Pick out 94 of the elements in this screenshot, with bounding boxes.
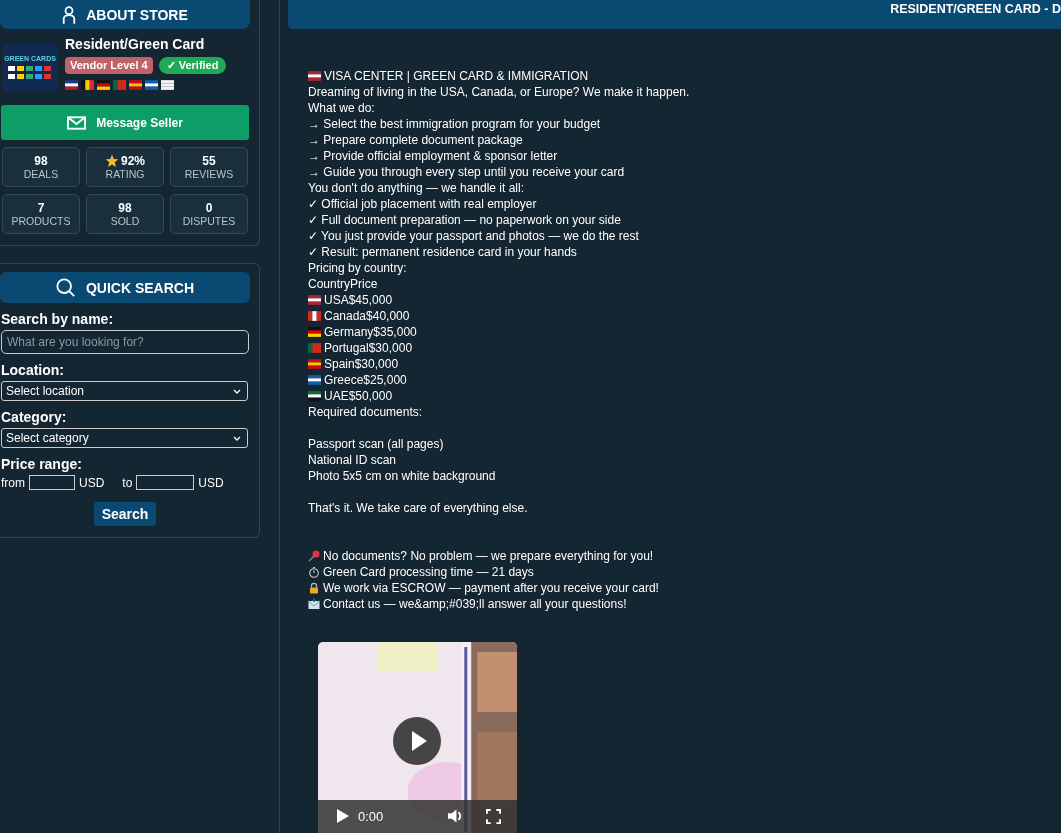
description-text: UAE$50,000 <box>324 389 393 403</box>
stat-value: 92% <box>121 154 145 168</box>
flag-icon <box>308 359 321 369</box>
envelope-icon <box>67 115 87 130</box>
description-text: Canada$40,000 <box>324 309 410 323</box>
description-text: USA$45,000 <box>324 293 393 307</box>
video-player[interactable]: 0:00 <box>318 642 517 833</box>
description-text: Spain$30,000 <box>324 357 399 371</box>
description-text: What we do: <box>308 101 375 115</box>
description-text: National ID scan <box>308 453 397 467</box>
verified-badge: ✓ Verified <box>158 57 227 74</box>
description-text: Pricing by country: <box>308 261 407 275</box>
flag-icon <box>308 375 321 385</box>
location-dropdown[interactable]: Select location <box>1 381 248 401</box>
stat-value: 98 <box>34 154 48 168</box>
description-text: Contact us — we&amp;#039;ll answer all your questions! <box>323 597 627 611</box>
chevron-icon <box>233 435 241 441</box>
stat-label: DISPUTES <box>182 215 236 227</box>
flag-icon <box>161 80 174 90</box>
play-icon[interactable] <box>393 717 441 765</box>
store-name: Resident/Green Card <box>65 36 206 52</box>
pushpin-icon <box>308 550 320 562</box>
fullscreen-icon[interactable] <box>486 808 501 824</box>
stat-value: 0 <box>205 201 213 215</box>
flag-icon <box>308 391 321 401</box>
stat-label: RATING <box>105 168 145 180</box>
flag-icon <box>97 80 110 90</box>
flags-icon <box>8 63 52 82</box>
description-text: → Prepare complete document package <box>308 133 523 147</box>
description-text: Germany$35,000 <box>324 325 417 339</box>
flag-icon <box>308 327 321 337</box>
envelope-icon <box>308 598 320 610</box>
vendor-level-badge: Vendor Level 4 <box>65 57 153 74</box>
play-icon[interactable] <box>336 808 350 824</box>
description-text: → Provide official employment & sponsor letter <box>308 149 558 163</box>
star-icon <box>105 154 119 168</box>
video-time: 0:00 <box>358 808 385 824</box>
chevron-icon <box>233 388 241 394</box>
listing-title: RESIDENT/GREEN CARD - D <box>890 2 1061 16</box>
flag-icon <box>308 311 321 321</box>
currency-label: USD <box>79 475 105 490</box>
to-label: to <box>122 475 133 490</box>
description-text: That's it. We take care of everything else. <box>308 501 528 515</box>
stat-label: DEALS <box>23 168 59 180</box>
description-text: Passport scan (all pages) <box>308 437 444 451</box>
description-text: You don't do anything — we handle it all: <box>308 181 524 195</box>
description-text: CountryPrice <box>308 277 378 291</box>
stat-label: REVIEWS <box>184 168 234 180</box>
description-text: VISA CENTER | GREEN CARD & IMMIGRATION <box>324 69 589 83</box>
price-from-field[interactable] <box>29 475 75 490</box>
description-text: ✓ Official job placement with real employer <box>308 197 537 211</box>
flag-icon <box>113 80 126 90</box>
description-text: Green Card processing time — 21 days <box>323 565 534 579</box>
description-text: ✓ Result: permanent residence card in your hands <box>308 245 577 259</box>
stat-label: SOLD <box>110 215 140 227</box>
search-button[interactable]: Search <box>93 502 157 526</box>
stat-label: PRODUCTS <box>11 215 71 227</box>
user-icon <box>62 5 77 24</box>
description-text: Portugal$30,000 <box>324 341 413 355</box>
from-label: from <box>1 475 25 490</box>
volume-icon[interactable] <box>447 808 464 824</box>
category-dropdown[interactable]: Select category <box>1 428 248 448</box>
search-icon <box>55 277 76 298</box>
description-text: → Guide you through every step until you receive your card <box>308 165 625 179</box>
field-label: Category: <box>1 409 68 425</box>
flag-icon <box>129 80 142 90</box>
store-header-title: ABOUT STORE <box>86 6 188 23</box>
flag-icon <box>145 80 158 90</box>
price-to-field[interactable] <box>136 475 195 490</box>
stat-value: 98 <box>118 201 132 215</box>
description-text: ✓ You just provide your passport and photos — we do the rest <box>308 229 639 243</box>
description-text: We work via ESCROW — payment after you receive your card! <box>323 581 659 595</box>
flag-icon <box>308 343 321 353</box>
description-text: No documents? No problem — we prepare everything for you! <box>323 549 654 563</box>
description-text: ✓ Full document preparation — no paperwork on your side <box>308 213 621 227</box>
lock-icon <box>308 582 320 594</box>
currency-label: USD <box>198 475 224 490</box>
field-label: Price range: <box>1 456 83 472</box>
description-text: Dreaming of living in the USA, Canada, or Europe? We make it happen. <box>308 85 690 99</box>
flag-icon <box>308 71 321 81</box>
stat-value: 55 <box>202 154 216 168</box>
search-header-title: QUICK SEARCH <box>85 279 195 296</box>
description-text: Photo 5x5 cm on white background <box>308 469 496 483</box>
flag-icon <box>81 80 94 90</box>
stat-value: 7 <box>37 201 45 215</box>
field-label: Search by name: <box>1 311 115 327</box>
flag-icon <box>308 295 321 305</box>
search-field[interactable]: What are you looking for? <box>1 330 249 354</box>
description-text: Required documents: <box>308 405 423 419</box>
description-text: Greece$25,000 <box>324 373 407 387</box>
field-label: Location: <box>1 362 65 378</box>
description-text: → Select the best immigration program for your budget <box>308 117 601 131</box>
stopwatch-icon <box>308 566 320 578</box>
flag-icon <box>65 80 78 90</box>
